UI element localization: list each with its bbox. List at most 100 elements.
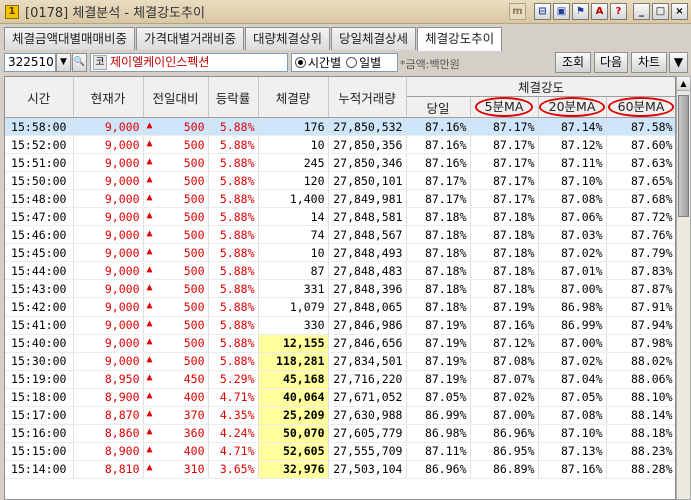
tab-price-ratio[interactable]: 가격대별거래비중 [136,27,245,50]
table-row[interactable]: 15:48:00 9,000 ▲ 500 5.88% 1,400 27,849,981 87.… [5,189,675,209]
cell-change: ▲ 500 [143,171,209,191]
table-row[interactable]: 15:18:00 8,900 ▲ 400 4.71% 40,064 27,671,052 87… [5,388,675,407]
title-bar: 1 [0178] 체결분석 - 체결강도추이 m ⊟ ▣ ⚑ A ? _ □ × [0,0,691,24]
scroll-thumb[interactable] [678,95,689,217]
cell-today: 87.19% [406,370,471,389]
cell-cum-volume: 27,848,567 [328,225,407,245]
cell-ma60: 87.98% [606,334,675,353]
table-row[interactable]: 15:40:00 9,000 ▲ 500 5.88% 12,155 27,846,656 87… [5,334,675,353]
cell-ma60: 87.60% [606,135,675,155]
radio-day[interactable] [346,57,358,68]
cell-volume: 50,070 [258,424,329,443]
tab-amount-ratio[interactable]: 체결금액대별매매비중 [4,27,136,50]
cell-cum-volume: 27,848,483 [328,261,407,281]
cell-time: 15:43:00 [5,279,74,299]
cell-time: 15:41:00 [5,316,74,335]
stock-name-field[interactable]: 코 제이엘케이인스펙션 [90,53,288,72]
table-row[interactable]: 15:17:00 8,870 ▲ 370 4.35% 25,209 27,630,988 86… [5,406,675,425]
cell-time: 15:44:00 [5,261,74,281]
table-row[interactable]: 15:15:00 8,900 ▲ 400 4.71% 52,605 27,555,709 87… [5,442,675,461]
help-icon[interactable]: ? [610,3,627,20]
cell-price: 9,000 [73,189,144,209]
bookmark-icon[interactable]: ⚑ [572,3,589,20]
table-row[interactable]: 15:43:00 9,000 ▲ 500 5.88% 331 27,848,396 87.18… [5,279,675,299]
scroll-up-icon[interactable]: ▲ [677,77,690,91]
cell-ma20: 87.08% [538,406,607,425]
market-badge: 코 [93,55,107,70]
cell-today: 87.19% [406,352,471,371]
cell-time: 15:51:00 [5,153,74,173]
cell-time: 15:46:00 [5,225,74,245]
cell-ma5: 87.17% [470,135,539,155]
cell-volume: 52,605 [258,442,329,461]
stock-code-input[interactable]: 322510 [4,53,56,72]
cell-ma60: 87.65% [606,171,675,191]
screen-split-icon[interactable]: ⊟ [534,3,551,20]
cell-ma20: 87.00% [538,279,607,299]
table-row[interactable]: 15:45:00 9,000 ▲ 500 5.88% 10 27,848,493 87.18%… [5,243,675,263]
col-rate[interactable]: 등락률 [208,77,259,118]
minimize-button[interactable]: _ [633,3,650,20]
radio-day-label[interactable]: 일별 [359,54,381,71]
col-cum-volume[interactable]: 누적거래량 [328,77,407,118]
cell-time: 15:52:00 [5,135,74,155]
table-row[interactable]: 15:51:00 9,000 ▲ 500 5.88% 245 27,850,346 87.16… [5,153,675,173]
col-today[interactable]: 당일 [406,96,471,118]
table-row[interactable]: 15:47:00 9,000 ▲ 500 5.88% 14 27,848,581 87.18%… [5,207,675,227]
table-row[interactable]: 15:14:00 8,810 ▲ 310 3.65% 32,976 27,503,104 86… [5,460,675,479]
cell-today: 87.18% [406,279,471,299]
more-button[interactable]: ▼ [669,52,688,73]
search-icon[interactable]: 🔍 [72,53,87,72]
cell-ma5: 86.95% [470,442,539,461]
table-row[interactable]: 15:41:00 9,000 ▲ 500 5.88% 330 27,846,986 87.19… [5,316,675,335]
vertical-scrollbar[interactable]: ▲ [676,76,691,500]
table-row[interactable]: 15:19:00 8,950 ▲ 450 5.29% 45,168 27,716,220 87… [5,370,675,389]
cell-ma60: 87.91% [606,297,675,317]
table-row[interactable]: 15:58:00 9,000 ▲ 500 5.88% 176 27,850,532 87.16… [5,117,675,137]
cell-ma5: 87.17% [470,153,539,173]
table-row[interactable]: 15:16:00 8,860 ▲ 360 4.24% 50,070 27,605,779 86… [5,424,675,443]
col-time[interactable]: 시간 [5,77,74,118]
cell-ma5: 86.89% [470,460,539,479]
cell-cum-volume: 27,848,396 [328,279,407,299]
cell-ma20: 87.08% [538,189,607,209]
tab-large-trades[interactable]: 대량체결상위 [245,27,331,50]
col-price[interactable]: 현재가 [73,77,144,118]
table-row[interactable]: 15:30:00 9,000 ▲ 500 5.88% 118,281 27,834,501 8… [5,352,675,371]
table-row[interactable]: 15:44:00 9,000 ▲ 500 5.88% 87 27,848,483 87.18%… [5,261,675,281]
cell-today: 87.11% [406,442,471,461]
cell-ma20: 86.98% [538,297,607,317]
close-button[interactable]: × [671,3,688,20]
table-row[interactable]: 15:46:00 9,000 ▲ 500 5.88% 74 27,848,567 87.18%… [5,225,675,245]
query-button[interactable]: 조회 [555,52,591,73]
col-ma5[interactable]: 5분MA [470,96,539,118]
tab-strength-trend[interactable]: 체결강도추이 [417,27,503,51]
chart-button[interactable]: 차트 [631,52,667,73]
cell-rate: 4.35% [208,406,259,425]
screen-link-icon[interactable]: ▣ [553,3,570,20]
col-change[interactable]: 전일대비 [143,77,209,118]
col-ma60[interactable]: 60분MA [606,96,675,118]
tab-today-detail[interactable]: 당일체결상세 [331,27,417,50]
radio-time[interactable] [295,57,306,68]
table-row[interactable]: 15:50:00 9,000 ▲ 500 5.88% 120 27,850,101 87.17… [5,171,675,191]
maximize-button[interactable]: □ [652,3,669,20]
cell-ma60: 88.06% [606,370,675,389]
col-volume[interactable]: 체결량 [258,77,329,118]
cell-rate: 4.24% [208,424,259,443]
next-button[interactable]: 다음 [594,52,628,73]
up-arrow-icon: ▲ [146,408,153,420]
cell-change: ▲ 500 [143,243,209,263]
font-icon[interactable]: A [591,3,608,20]
cell-ma60: 87.76% [606,225,675,245]
col-ma20[interactable]: 20분MA [538,96,607,118]
table-row[interactable]: 15:42:00 9,000 ▲ 500 5.88% 1,079 27,848,065 87.… [5,297,675,317]
cell-rate: 5.88% [208,171,259,191]
cell-volume: 14 [258,207,329,227]
table-row[interactable]: 15:52:00 9,000 ▲ 500 5.88% 10 27,850,356 87.16%… [5,135,675,155]
cell-cum-volume: 27,834,501 [328,352,407,371]
code-dropdown-button[interactable]: ▼ [56,53,71,72]
menu-m-button[interactable]: m [509,3,526,20]
change-value: 500 [183,191,205,206]
radio-time-label[interactable]: 시간별 [308,54,341,71]
